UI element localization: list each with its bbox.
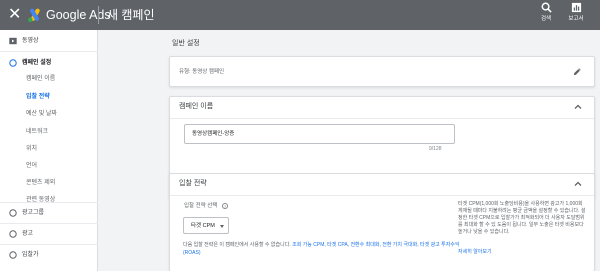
pencil-icon[interactable] xyxy=(573,67,582,76)
campaign-steps-sidebar: 동영상 캠페인 설정 캠페인 이름 입찰 전략 예산 및 날짜 네트워크 위치 … xyxy=(0,30,98,271)
chevron-up-icon[interactable] xyxy=(573,102,583,112)
nav-ad-group[interactable]: 광고그룹 xyxy=(0,202,98,224)
reports-button[interactable]: 보고서 xyxy=(561,2,591,23)
character-counter: 9/128 xyxy=(429,146,442,152)
nav-campaign-settings[interactable]: 캠페인 설정 xyxy=(0,52,98,74)
step-circle-icon xyxy=(9,251,17,259)
reports-label: 보고서 xyxy=(568,16,584,22)
nav-video-label: 동영상 xyxy=(22,38,39,44)
title-divider xyxy=(98,6,99,24)
page-title: 새 캠페인 xyxy=(107,8,155,22)
step-circle-icon xyxy=(9,230,17,238)
dropdown-caret-icon xyxy=(220,225,224,228)
google-ads-logo xyxy=(28,8,40,22)
bid-strategy-title: 입찰 전략 xyxy=(179,180,207,187)
nav-bids-label: 입찰가 xyxy=(22,252,39,258)
sidebar-item-network[interactable]: 네트워크 xyxy=(26,127,48,137)
nav-ad-group-label: 광고그룹 xyxy=(22,210,45,216)
bid-strategy-select[interactable]: 타겟 CPM xyxy=(183,217,229,234)
sidebar-item-language[interactable]: 언어 xyxy=(26,161,37,171)
sidebar-item-bid-strategy[interactable]: 입찰 전략 xyxy=(26,92,50,102)
main-content: 일반 설정 유형: 동영상 캠페인 캠페인 이름 동영상캠페인-앙증 9/128… xyxy=(98,30,600,271)
campaign-name-input[interactable]: 동영상캠페인-앙증 xyxy=(184,124,455,144)
brand-name: Google Ads xyxy=(46,8,111,22)
step-circle-icon xyxy=(9,59,17,67)
unavailable-note-lead: 다음 입찰 전략은 이 캠페인에서 사용할 수 없습니다. xyxy=(183,242,293,248)
bid-focus-label: 입찰 전략 선택 ? xyxy=(184,202,228,210)
learn-more-link[interactable]: 자세히 알아보기 xyxy=(458,249,492,256)
step-circle-icon xyxy=(9,209,17,217)
card-divider xyxy=(170,118,594,119)
search-label: 검색 xyxy=(540,16,552,22)
card-divider xyxy=(170,195,594,196)
sidebar-item-budget-dates[interactable]: 예산 및 날짜 xyxy=(26,109,57,119)
nav-ads-label: 광고 xyxy=(22,231,34,237)
search-icon xyxy=(541,2,552,13)
campaign-type-card[interactable]: 유형: 동영상 캠페인 xyxy=(169,56,595,87)
search-button[interactable]: 검색 xyxy=(531,2,561,23)
campaign-type-text: 유형: 동영상 캠페인 xyxy=(179,69,225,75)
nav-ads[interactable]: 광고 xyxy=(0,223,98,245)
unavailable-strategies-note: 다음 입찰 전략은 이 캠페인에서 사용할 수 없습니다. 조회 가능 CPM,… xyxy=(183,241,465,257)
bid-strategy-card: 입찰 전략 입찰 전략 선택 ? 타겟 CPM 다음 입찰 전략은 이 캠페인에… xyxy=(169,173,595,271)
video-campaign-icon xyxy=(9,37,17,45)
nav-campaign-settings-label: 캠페인 설정 xyxy=(22,60,52,66)
report-icon xyxy=(571,2,581,13)
sidebar-item-campaign-name[interactable]: 캠페인 이름 xyxy=(26,74,55,84)
bid-focus-label-text: 입찰 전략 선택 xyxy=(184,203,218,209)
campaign-name-title: 캠페인 이름 xyxy=(179,103,214,110)
section-title: 일반 설정 xyxy=(172,40,200,47)
top-app-bar: ✕ Google Ads 새 캠페인 검색 보고서 xyxy=(0,0,600,30)
close-icon[interactable]: ✕ xyxy=(8,5,21,25)
campaign-name-value: 동영상캠페인-앙증 xyxy=(192,131,235,137)
nav-video[interactable]: 동영상 xyxy=(0,30,98,52)
bid-strategy-value: 타겟 CPM xyxy=(191,223,215,229)
nav-bids[interactable]: 입찰가 xyxy=(0,244,98,266)
target-cpm-help-text: 타겟 CPM(1,000회 노출당비용)을 사용하면 광고가 1,000회 게재… xyxy=(458,201,586,235)
sidebar-item-location[interactable]: 위치 xyxy=(26,144,37,154)
chevron-up-icon[interactable] xyxy=(573,179,583,189)
help-icon[interactable]: ? xyxy=(221,202,228,209)
sidebar-item-content-exclusion[interactable]: 콘텐츠 제외 xyxy=(26,178,55,188)
